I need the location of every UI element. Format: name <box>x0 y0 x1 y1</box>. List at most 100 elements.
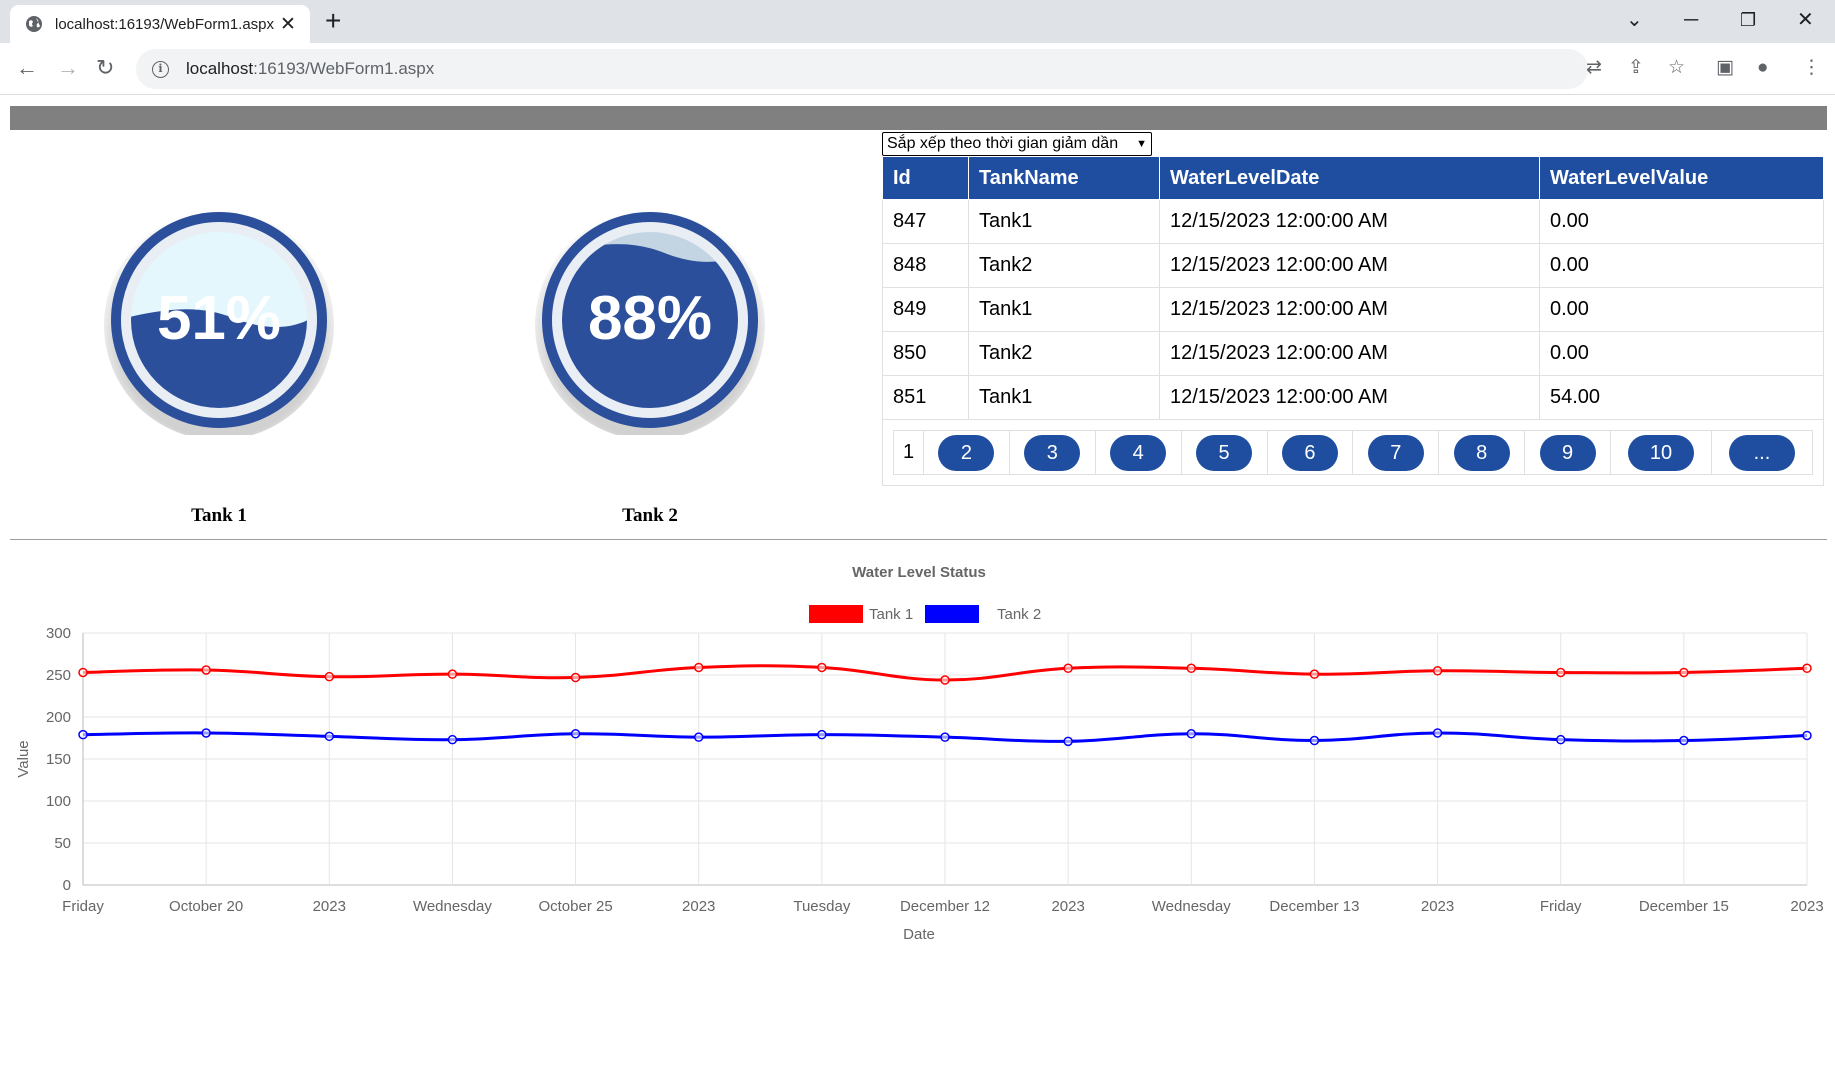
cell-tankname: Tank2 <box>968 243 1160 288</box>
column-header-waterleveldate[interactable]: WaterLevelDate <box>1159 156 1540 200</box>
pager-link[interactable]: 7 <box>1367 434 1424 471</box>
data-point <box>1679 735 1689 746</box>
pager-page-7[interactable]: 7 <box>1352 430 1440 475</box>
side-panel-icon[interactable]: ▣ <box>1716 55 1734 81</box>
pager-link[interactable]: ... <box>1728 434 1795 471</box>
pager-next-set[interactable]: ... <box>1710 430 1814 475</box>
sort-dropdown-value: Sắp xếp theo thời gian giảm dần <box>887 135 1119 152</box>
data-point <box>1309 669 1320 679</box>
cell-id: 849 <box>882 287 969 332</box>
pager-page-9[interactable]: 9 <box>1524 430 1611 475</box>
y-tick-label: 50 <box>54 835 71 852</box>
close-window-icon[interactable]: ✕ <box>1797 6 1814 34</box>
browser-tab[interactable]: localhost:16193/WebForm1.aspx ✕ <box>10 5 310 43</box>
cell-date: 12/15/2023 12:00:00 AM <box>1159 331 1540 376</box>
cell-date: 12/15/2023 12:00:00 AM <box>1159 287 1540 332</box>
tank2-label: Tank 2 <box>622 505 678 526</box>
x-tick-label: October 20 <box>169 898 243 915</box>
translate-icon[interactable]: ⇄ <box>1586 55 1602 81</box>
data-point <box>1555 667 1566 678</box>
water-level-table: Id TankName WaterLevelDate WaterLevelVal… <box>882 156 1824 486</box>
cell-tankname: Tank1 <box>968 287 1160 332</box>
x-tick-label: 2023 <box>1790 898 1823 915</box>
restore-icon[interactable]: ❐ <box>1740 6 1756 34</box>
pager-link[interactable]: 8 <box>1453 434 1510 471</box>
pager: 1 2 3 4 5 6 7 8 9 10 ... <box>893 430 1814 475</box>
x-tick-label: Friday <box>62 898 104 915</box>
data-point <box>817 662 827 673</box>
pager-page-5[interactable]: 5 <box>1180 430 1268 475</box>
url-path: :16193/WebForm1.aspx <box>253 59 435 78</box>
address-bar[interactable]: i localhost:16193/WebForm1.aspx <box>136 49 1588 89</box>
table-header-row: Id TankName WaterLevelDate WaterLevelVal… <box>882 156 1824 200</box>
y-tick-label: 250 <box>46 667 71 684</box>
y-axis-label: Value <box>15 740 32 777</box>
pager-link[interactable]: 5 <box>1196 434 1253 471</box>
pager-page-4[interactable]: 4 <box>1094 430 1182 475</box>
close-tab-icon[interactable]: ✕ <box>278 13 298 36</box>
pager-link[interactable]: 3 <box>1024 434 1081 471</box>
pager-page-8[interactable]: 8 <box>1438 430 1526 475</box>
data-point <box>78 667 88 678</box>
tank2-percent: 88% <box>588 284 712 353</box>
x-tick-label: 2023 <box>1051 898 1084 915</box>
profile-icon[interactable]: ● <box>1757 55 1768 81</box>
back-icon[interactable]: ← <box>16 54 38 82</box>
share-icon[interactable]: ⇪ <box>1628 55 1644 81</box>
new-tab-icon[interactable]: + <box>325 6 341 36</box>
water-level-chart: Water Level Status Tank 1 Tank 2 0 50 100 150 2… <box>15 564 1824 943</box>
browser-toolbar: ← → ↻ i localhost:16193/WebForm1.aspx ⇄ … <box>0 43 1835 95</box>
sort-dropdown[interactable]: Sắp xếp theo thời gian giảm dần ▼ <box>882 132 1152 156</box>
y-tick-label: 150 <box>46 751 71 768</box>
tank1-percent: 51% <box>157 284 281 353</box>
legend-swatch <box>925 605 979 623</box>
data-point <box>1063 663 1073 674</box>
data-point <box>447 669 458 679</box>
forward-icon[interactable]: → <box>57 54 79 82</box>
menu-icon[interactable]: ⋮ <box>1802 55 1821 81</box>
y-tick-label: 100 <box>46 793 71 810</box>
reload-icon[interactable]: ↻ <box>96 54 114 82</box>
data-point <box>693 732 704 742</box>
chart-title: Water Level Status <box>852 564 986 581</box>
pager-page-6[interactable]: 6 <box>1266 430 1354 475</box>
chevron-down-icon: ▼ <box>1136 138 1147 150</box>
cell-id: 850 <box>882 331 969 376</box>
section-divider <box>10 539 1827 540</box>
table-row: 851 Tank1 12/15/2023 12:00:00 AM 54.00 <box>882 375 1824 420</box>
site-info-icon[interactable]: i <box>152 60 169 78</box>
cell-tankname: Tank1 <box>968 375 1160 420</box>
pager-page-2[interactable]: 2 <box>923 430 1010 475</box>
bookmark-star-icon[interactable]: ☆ <box>1668 55 1685 81</box>
tank1-gauge: 51% <box>104 210 334 435</box>
x-tick-label: 2023 <box>682 898 715 915</box>
pager-link[interactable]: 2 <box>938 434 995 471</box>
pager-page-10[interactable]: 10 <box>1610 430 1712 475</box>
minimize-icon[interactable]: ─ <box>1684 6 1698 34</box>
x-tick-label: 2023 <box>1421 898 1454 915</box>
cell-value: 0.00 <box>1539 243 1824 288</box>
y-tick-label: 0 <box>63 877 71 894</box>
pager-link[interactable]: 10 <box>1627 434 1694 471</box>
pager-link[interactable]: 9 <box>1539 434 1596 471</box>
data-point <box>1309 735 1320 746</box>
x-tick-label: December 13 <box>1269 898 1359 915</box>
cell-value: 54.00 <box>1539 375 1824 420</box>
pager-link[interactable]: 4 <box>1110 434 1167 471</box>
column-header-tankname[interactable]: TankName <box>968 156 1160 200</box>
tab-search-icon[interactable]: ⌄ <box>1626 6 1643 34</box>
column-header-id[interactable]: Id <box>882 156 969 200</box>
table-row: 850 Tank2 12/15/2023 12:00:00 AM 0.00 <box>882 331 1824 376</box>
y-tick-label: 200 <box>46 709 71 726</box>
pager-page-3[interactable]: 3 <box>1008 430 1096 475</box>
column-header-waterlevelvalue[interactable]: WaterLevelValue <box>1539 156 1824 200</box>
x-tick-label: Wednesday <box>1152 898 1231 915</box>
pager-link[interactable]: 6 <box>1281 434 1338 471</box>
data-point <box>1802 730 1812 741</box>
header-bar <box>10 106 1827 130</box>
pager-container: 1 2 3 4 5 6 7 8 9 10 ... <box>882 419 1824 486</box>
x-tick-label: October 25 <box>538 898 612 915</box>
data-point <box>324 731 335 742</box>
data-point <box>201 665 211 675</box>
cell-date: 12/15/2023 12:00:00 AM <box>1159 199 1540 244</box>
